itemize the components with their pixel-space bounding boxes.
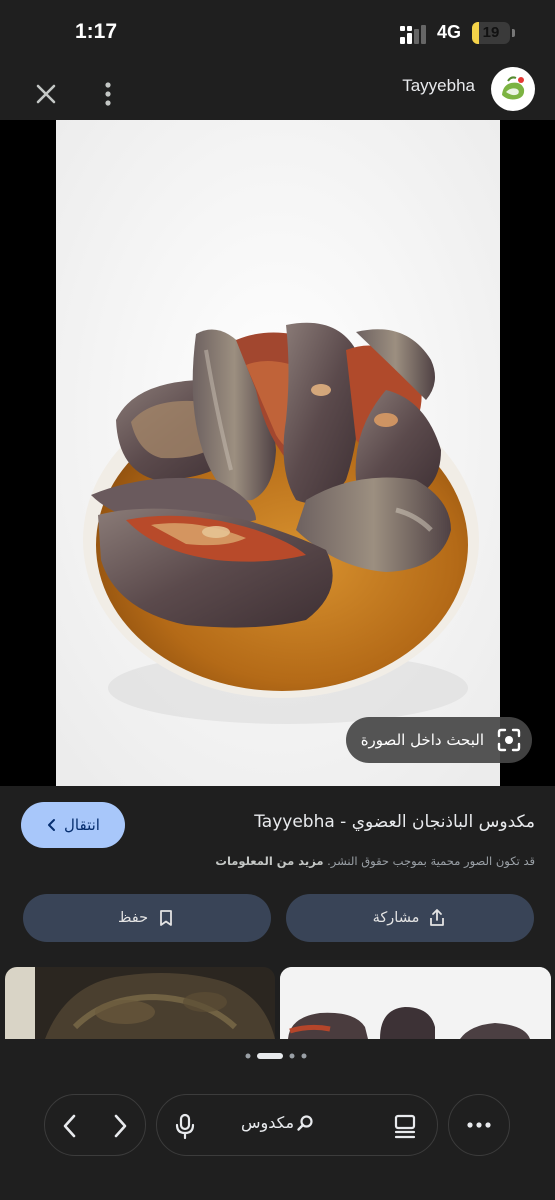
site-logo[interactable] bbox=[491, 67, 535, 111]
stuffed-eggplant-image bbox=[56, 120, 500, 786]
chevron-left-icon bbox=[63, 1114, 76, 1138]
close-icon[interactable] bbox=[32, 80, 60, 108]
related-image-thumbnail[interactable] bbox=[5, 967, 275, 1039]
status-time: 1:17 bbox=[75, 20, 118, 43]
tabs-icon[interactable] bbox=[391, 1112, 419, 1140]
search-icon bbox=[297, 1114, 313, 1131]
more-options-button[interactable] bbox=[448, 1094, 510, 1156]
related-image-thumbnail[interactable] bbox=[280, 967, 551, 1039]
save-label: حفظ bbox=[117, 910, 149, 926]
copyright-notice: قد تكون الصور محمية بموجب حقوق النشر. مز… bbox=[215, 854, 535, 868]
carousel-dots bbox=[245, 1053, 307, 1059]
forward-button[interactable] bbox=[95, 1095, 145, 1157]
back-button[interactable] bbox=[45, 1095, 95, 1157]
top-bar: Tayyebha bbox=[0, 66, 555, 120]
site-name[interactable]: Tayyebha bbox=[402, 76, 475, 96]
lens-icon bbox=[497, 728, 521, 752]
history-nav bbox=[44, 1094, 146, 1156]
learn-more-link[interactable]: مزيد من المعلومات bbox=[215, 854, 323, 868]
result-info-panel: انتقال مكدوس الباذنجان العضوي - Tayyebha… bbox=[0, 786, 555, 1200]
food-photo[interactable] bbox=[56, 120, 500, 786]
search-inside-image-button[interactable]: البحث داخل الصورة bbox=[346, 717, 532, 763]
more-vert-icon[interactable] bbox=[96, 80, 120, 108]
network-type: 4G bbox=[437, 22, 462, 42]
battery-cap bbox=[512, 29, 515, 37]
visit-button[interactable]: انتقال bbox=[21, 802, 125, 848]
chevron-right-icon bbox=[114, 1114, 127, 1138]
eggplant-thumbnail-image bbox=[280, 967, 551, 1039]
search-query[interactable]: مكدوس bbox=[241, 1113, 314, 1132]
signal-icon bbox=[400, 25, 426, 44]
result-title[interactable]: مكدوس الباذنجان العضوي - Tayyebha bbox=[254, 812, 535, 832]
share-icon bbox=[430, 909, 445, 926]
visit-label: انتقال bbox=[64, 816, 100, 834]
mic-icon[interactable] bbox=[171, 1112, 199, 1140]
copyright-text: قد تكون الصور محمية بموجب حقوق النشر. bbox=[327, 854, 535, 868]
battery-icon: 19 bbox=[472, 22, 510, 44]
share-label: مشاركة bbox=[372, 910, 420, 926]
chevron-left-icon bbox=[48, 819, 56, 831]
search-query-text: مكدوس bbox=[241, 1113, 295, 1132]
image-viewer[interactable]: البحث داخل الصورة bbox=[0, 120, 555, 786]
share-button[interactable]: مشاركة bbox=[286, 894, 534, 942]
jar-thumbnail-image bbox=[5, 967, 275, 1039]
site-logo-mark bbox=[502, 76, 525, 100]
search-inside-image-label: البحث داخل الصورة bbox=[360, 731, 484, 749]
status-bar: 1:17 4G 19 bbox=[0, 0, 555, 66]
search-bar[interactable]: مكدوس bbox=[156, 1094, 438, 1156]
more-horiz-icon bbox=[467, 1122, 491, 1128]
battery-percent: 19 bbox=[482, 24, 500, 41]
bookmark-icon bbox=[160, 910, 172, 926]
save-button[interactable]: حفظ bbox=[23, 894, 271, 942]
